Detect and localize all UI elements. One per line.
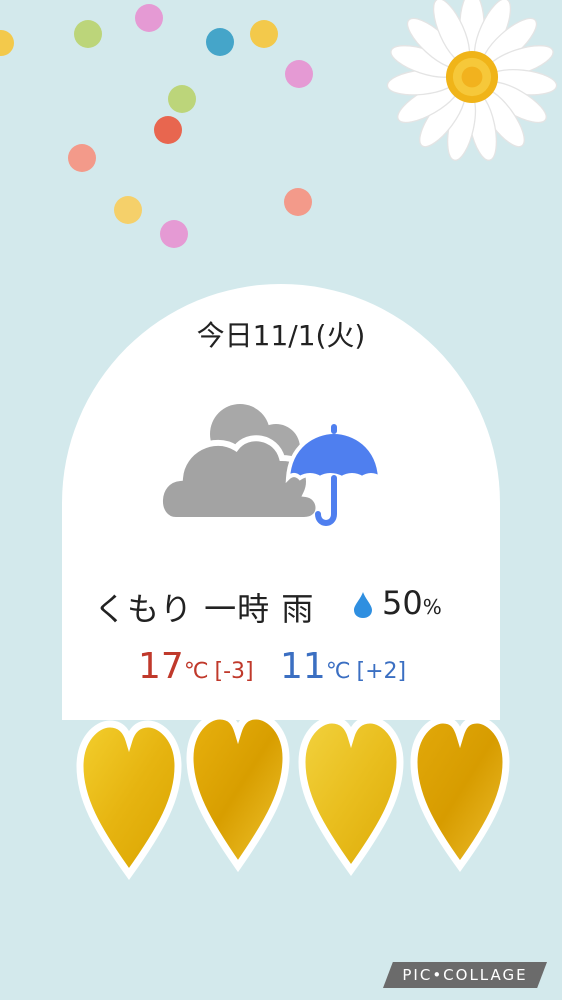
high-temp-diff: [-3] (214, 659, 254, 684)
high-temp-unit: ℃ (183, 659, 209, 684)
confetti-dot (74, 20, 102, 48)
precipitation-chance: 50% (382, 584, 442, 622)
confetti-dot (154, 116, 182, 144)
confetti-dot (250, 20, 278, 48)
water-drop-icon (354, 592, 372, 618)
confetti-dot (168, 85, 196, 113)
confetti-dot (68, 144, 96, 172)
confetti-dot (114, 196, 142, 224)
low-temperature: 11℃ [+2] (280, 646, 406, 687)
daisy-flower-icon (386, 0, 558, 161)
low-temp-unit: ℃ (325, 659, 351, 684)
cloud-with-umbrella-icon (158, 404, 383, 526)
temperature-row: 17℃ [-3] 11℃ [+2] (138, 646, 458, 690)
confetti-dot (160, 220, 188, 248)
precipitation-value: 50 (382, 584, 423, 622)
confetti-dot (285, 60, 313, 88)
high-temp-value: 17 (138, 646, 184, 687)
confetti-dot (0, 30, 14, 56)
date-label: 今日11/1(火) (196, 319, 366, 352)
weather-card: 今日11/1(火) くもり 一時 雨 50% 17℃ [-3] 11℃ [+2] (62, 284, 500, 720)
gold-heart-icon (186, 712, 290, 873)
confetti-dot (206, 28, 234, 56)
confetti-dot (135, 4, 163, 32)
gold-heart-icon (410, 716, 510, 872)
precipitation-unit: % (422, 595, 442, 619)
gold-heart-icon (76, 720, 182, 881)
watermark: PIC•COLLAGE (383, 962, 547, 988)
high-temperature: 17℃ [-3] (138, 646, 254, 687)
low-temp-diff: [+2] (356, 659, 407, 684)
confetti-dot (284, 188, 312, 216)
gold-heart-icon (298, 716, 404, 877)
condition-text: くもり 一時 雨 (94, 590, 315, 628)
low-temp-value: 11 (280, 646, 326, 687)
condition-row: くもり 一時 雨 50% (94, 584, 474, 628)
